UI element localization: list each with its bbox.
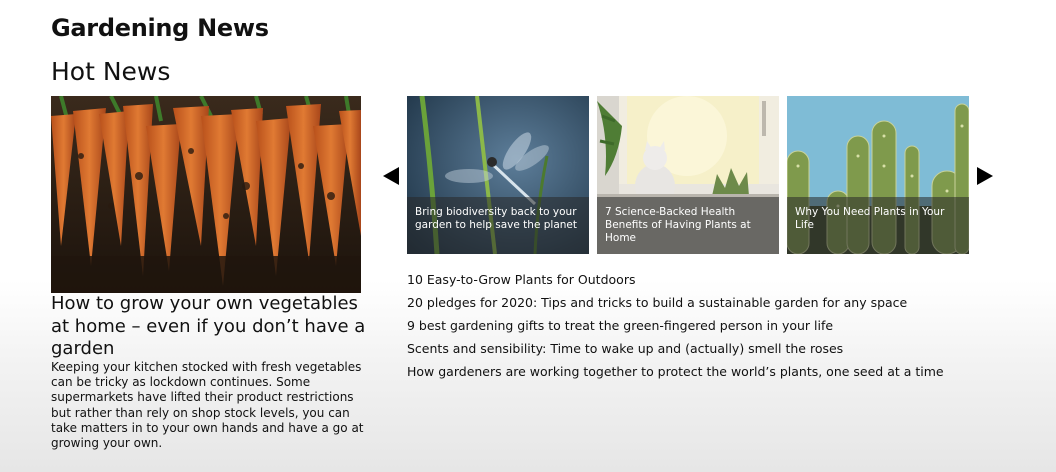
carousel-card-health-benefits[interactable]: 7 Science-Backed Health Benefits of Havi… xyxy=(597,96,779,254)
news-list: 10 Easy-to-Grow Plants for Outdoors 20 p… xyxy=(407,268,1027,383)
site-title: Gardening News xyxy=(51,14,269,42)
card-caption: Bring biodiversity back to your garden t… xyxy=(407,197,589,254)
hot-news-heading: Hot News xyxy=(51,57,171,86)
featured-article-summary: Keeping your kitchen stocked with fresh … xyxy=(51,360,364,451)
featured-article-title[interactable]: How to grow your own vegetables at home … xyxy=(51,293,371,361)
carousel-card-why-plants[interactable]: Why You Need Plants in Your Life xyxy=(787,96,969,254)
news-link[interactable]: Scents and sensibility: Time to wake up … xyxy=(407,337,1027,360)
news-link[interactable]: 10 Easy-to-Grow Plants for Outdoors xyxy=(407,268,1027,291)
triangle-right-icon[interactable] xyxy=(977,167,993,185)
news-link[interactable]: How gardeners are working together to pr… xyxy=(407,360,1027,383)
carousel-card-biodiversity[interactable]: Bring biodiversity back to your garden t… xyxy=(407,96,589,254)
card-caption: Why You Need Plants in Your Life xyxy=(787,197,969,254)
card-caption: 7 Science-Backed Health Benefits of Havi… xyxy=(597,197,779,254)
carrots-photo xyxy=(51,96,361,293)
featured-image-carrots[interactable] xyxy=(51,96,361,293)
triangle-left-icon[interactable] xyxy=(383,167,399,185)
news-link[interactable]: 9 best gardening gifts to treat the gree… xyxy=(407,314,1027,337)
news-link[interactable]: 20 pledges for 2020: Tips and tricks to … xyxy=(407,291,1027,314)
